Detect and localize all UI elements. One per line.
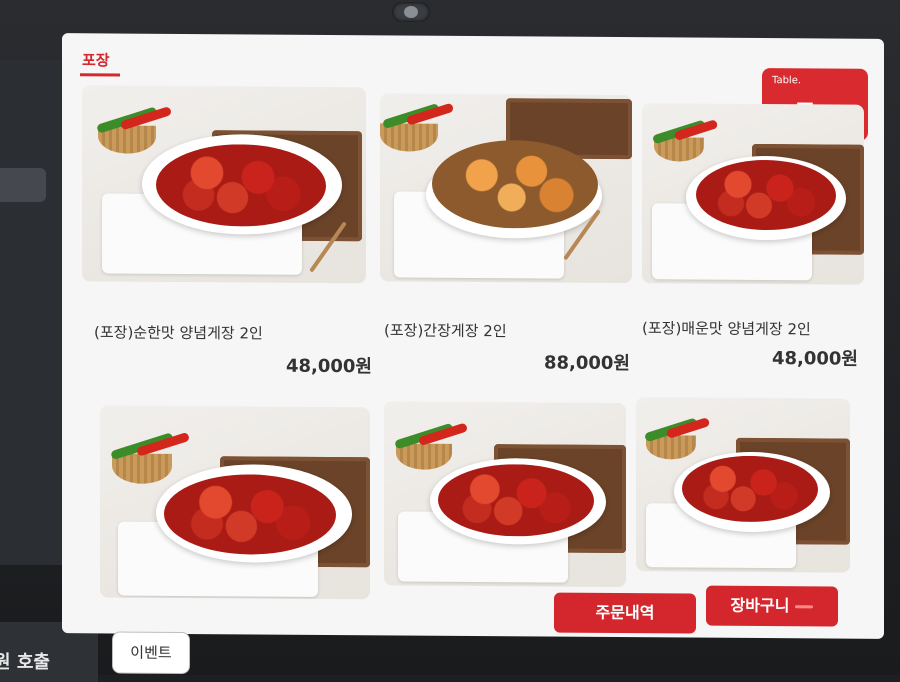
- cart-label: 장바구니: [730, 595, 790, 616]
- basket: [396, 443, 452, 470]
- crab-dish: [696, 159, 836, 231]
- menu-item-name: (포장)매운맛 양념게장 2인: [642, 319, 811, 339]
- menu-item-price: 48,000원: [771, 348, 858, 370]
- menu-card[interactable]: [100, 405, 372, 603]
- menu-photo: [100, 405, 370, 600]
- menu-item-price: 88,000원: [543, 352, 630, 375]
- menu-card[interactable]: [384, 401, 628, 593]
- menu-item-name: (포장)간장게장 2인: [384, 321, 507, 341]
- menu-photo: [380, 93, 632, 284]
- menu-card[interactable]: [636, 397, 852, 579]
- order-history-button[interactable]: 주문내역: [554, 592, 696, 634]
- table-caption: Table.: [772, 75, 802, 87]
- crab-dish: [156, 143, 326, 227]
- crab-dish: [432, 139, 598, 229]
- crab-dish: [164, 473, 336, 556]
- menu-photo: [636, 397, 850, 573]
- menu-item-price: 48,000원: [285, 355, 372, 378]
- order-history-label: 주문내역: [595, 602, 655, 623]
- basket: [112, 453, 172, 484]
- crab-dish: [438, 463, 594, 537]
- cart-button[interactable]: 장바구니: [706, 585, 838, 627]
- menu-photo: [642, 103, 864, 285]
- menu-photo: [82, 85, 366, 284]
- kiosk-screen: 포장 Table. 룸2 (포장)순한맛 양념게장 2인 48,000원: [62, 33, 884, 675]
- event-button[interactable]: 이벤트: [112, 631, 190, 675]
- menu-card[interactable]: (포장)순한맛 양념게장 2인 48,000원: [82, 85, 372, 377]
- crab-dish: [682, 455, 818, 523]
- menu-photo: [384, 401, 626, 588]
- active-tab-indicator: [80, 73, 120, 77]
- menu-card[interactable]: (포장)매운맛 양념게장 2인 48,000원: [642, 103, 864, 395]
- camera-icon: [392, 2, 430, 22]
- event-label: 이벤트: [130, 643, 172, 662]
- menu-card[interactable]: (포장)간장게장 2인 88,000원: [380, 93, 638, 385]
- menu-item-name: (포장)순한맛 양념게장 2인: [94, 323, 263, 343]
- side-panel-tab[interactable]: [0, 168, 46, 202]
- staff-call-label: 원 호출: [0, 652, 50, 673]
- cart-count-indicator: [795, 605, 814, 609]
- category-tab-takeout[interactable]: 포장: [82, 49, 110, 70]
